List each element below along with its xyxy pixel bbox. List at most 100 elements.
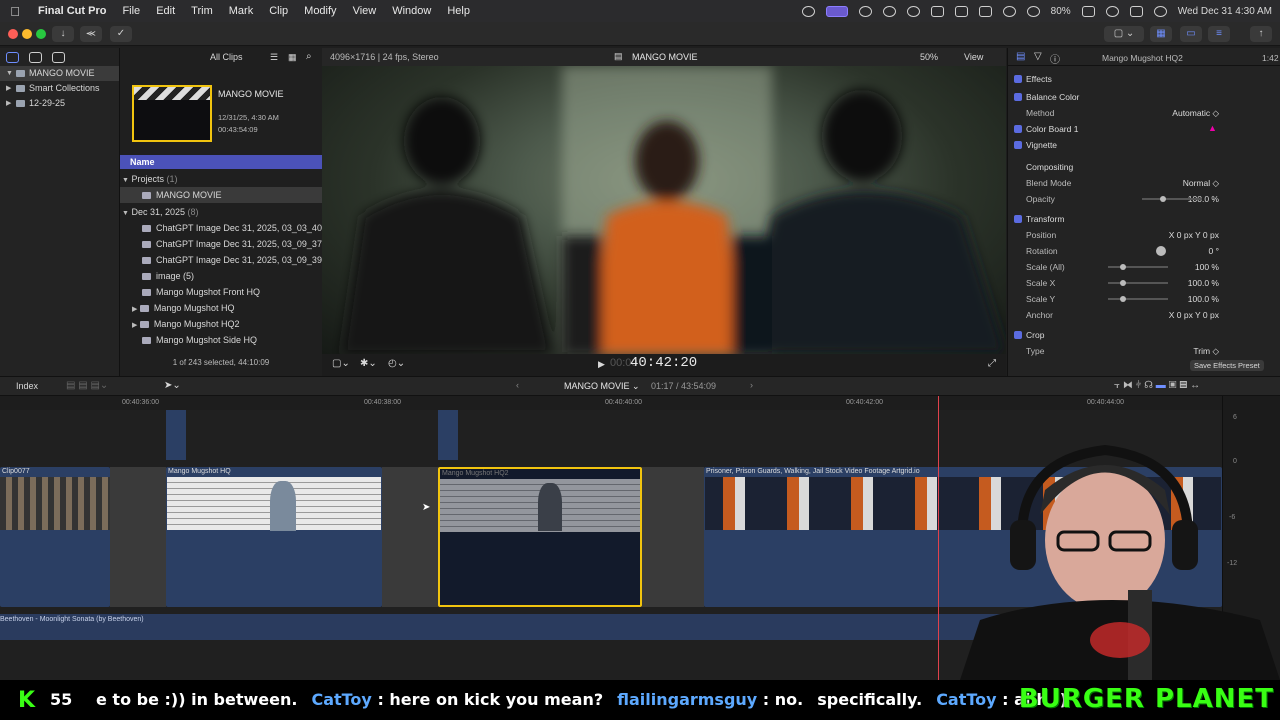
inspector-row[interactable]: Compositing (1008, 159, 1280, 175)
inspector-value[interactable]: Normal ◇ (1183, 175, 1219, 191)
list-item[interactable]: ChatGPT Image Dec 31, 2025, 03_09_37 (120, 236, 322, 252)
menu-view[interactable]: View (345, 5, 385, 17)
volume-icon[interactable] (930, 5, 944, 17)
playhead[interactable] (938, 396, 939, 680)
timeline-toggle-button[interactable]: ▭ (1180, 26, 1202, 42)
disclosure-open-icon[interactable]: ▼ (122, 210, 129, 217)
battery-icon[interactable] (1081, 5, 1095, 17)
zoom-window-button[interactable] (36, 29, 46, 39)
inspector-row[interactable]: Color Board 1 (1008, 121, 1280, 137)
inspector-row[interactable]: Method Automatic ◇ (1008, 105, 1280, 121)
menu-mark[interactable]: Mark (221, 5, 261, 17)
list-item[interactable]: ChatGPT Image Dec 31, 2025, 03_09_39 (120, 252, 322, 268)
record-icon[interactable] (882, 5, 896, 17)
inspector-row[interactable]: Vignette (1008, 137, 1280, 153)
transform-tool-icon[interactable]: ▢⌄ (332, 358, 350, 369)
save-effects-preset-button[interactable]: Save Effects Preset (1190, 360, 1264, 371)
inspector-value[interactable]: 100.0 % (1188, 275, 1219, 291)
list-item[interactable]: ▶ Mango Mugshot HQ2 (120, 316, 322, 332)
inspector-value[interactable]: Trim ◇ (1193, 343, 1219, 359)
wifi-icon[interactable] (1026, 5, 1040, 17)
list-item[interactable]: ChatGPT Image Dec 31, 2025, 03_03_40 (120, 220, 322, 236)
photos-icon[interactable] (29, 52, 42, 63)
inspector-row[interactable]: Balance Color (1008, 89, 1280, 105)
value-slider[interactable] (1142, 198, 1202, 200)
fullscreen-icon[interactable]: ⤢ (988, 358, 996, 369)
project-popup-icon[interactable]: ⌄ (632, 381, 640, 392)
inspector-value[interactable]: 0 ° (1209, 243, 1220, 259)
value-slider[interactable] (1108, 266, 1168, 268)
back-icon[interactable]: ‹ (516, 380, 519, 390)
menu-app-name[interactable]: Final Cut Pro (30, 5, 114, 17)
menu-help[interactable]: Help (439, 5, 478, 17)
connected-clip[interactable] (438, 410, 458, 460)
group-projects[interactable]: ▼ Projects (1) (120, 171, 322, 187)
disclosure-closed-icon[interactable]: ▶ (132, 306, 137, 313)
video-inspector-icon[interactable]: ▤ (1016, 51, 1025, 62)
disclosure-closed-icon[interactable]: ▶ (132, 322, 137, 329)
import-button[interactable]: ↓ (52, 26, 74, 42)
inspector-row[interactable]: Blend Mode Normal ◇ (1008, 175, 1280, 191)
cast-icon[interactable] (978, 5, 992, 17)
search-icon[interactable]: ⌕ (306, 51, 312, 62)
connected-clip[interactable] (166, 410, 186, 460)
slider-knob[interactable] (1120, 264, 1126, 270)
edit-buttons-icon[interactable]: ▤ ▤ ▤⌄ (66, 380, 108, 391)
color-inspector-icon[interactable]: ▽ (1034, 51, 1042, 62)
name-column-header[interactable]: Name (120, 155, 322, 169)
list-item[interactable]: ▶ Mango Mugshot HQ (120, 300, 322, 316)
index-button[interactable]: Index (16, 381, 38, 391)
sidebar-item-event[interactable]: ▶ 12-29-25 (0, 96, 119, 111)
list-view-icon[interactable]: ☰ (270, 52, 278, 63)
sidebar-item-mango-movie[interactable]: ▼ MANGO MOVIE (0, 66, 119, 81)
checkbox-icon[interactable] (1014, 125, 1022, 133)
menu-clip[interactable]: Clip (261, 5, 296, 17)
libraries-icon[interactable] (6, 52, 19, 63)
timeline-clip[interactable]: Mango Mugshot HQ (166, 467, 382, 607)
disclosure-open-icon[interactable]: ▼ (6, 66, 13, 81)
timeline-clip-selected[interactable]: Mango Mugshot HQ2 (438, 467, 642, 607)
list-item[interactable]: Mango Mugshot Front HQ (120, 284, 322, 300)
browser-toggle-button[interactable]: ▦ (1150, 26, 1172, 42)
screen-share-icon[interactable] (825, 5, 848, 17)
workspace-button[interactable]: ▢ ⌄ (1104, 26, 1144, 42)
timeline-clip[interactable]: Clip0077 (0, 467, 110, 607)
inspector-row[interactable]: Position X 0 px Y 0 px (1008, 227, 1280, 243)
siri-icon[interactable] (1153, 5, 1167, 17)
sidebar-item-smart-collections[interactable]: ▶ Smart Collections (0, 81, 119, 96)
list-item[interactable]: image (5) (120, 268, 322, 284)
timecode-display[interactable]: 40:42:20 (630, 355, 697, 371)
info-inspector-icon[interactable]: ⓘ (1050, 51, 1060, 66)
inspector-row[interactable]: Anchor X 0 px Y 0 px (1008, 307, 1280, 323)
inspector-value[interactable]: X 0 px Y 0 px (1169, 307, 1219, 323)
settings-icon[interactable]: ▦ (288, 52, 297, 63)
inspector-row[interactable]: Effects (1008, 71, 1280, 87)
checkbox-icon[interactable] (1014, 215, 1022, 223)
inspector-row[interactable]: Rotation 0 ° (1008, 243, 1280, 259)
apple-icon[interactable]:  (0, 4, 30, 19)
inspector-value[interactable]: Automatic ◇ (1172, 105, 1219, 121)
slider-knob[interactable] (1160, 196, 1166, 202)
share-button[interactable]: ↑ (1250, 26, 1272, 42)
clip-filter[interactable]: All Clips (210, 52, 243, 62)
checkbox-icon[interactable] (1014, 93, 1022, 101)
control-center-icon[interactable] (1129, 5, 1143, 17)
minimize-window-button[interactable] (22, 29, 32, 39)
viewer-canvas[interactable] (322, 66, 1006, 354)
disclosure-closed-icon[interactable]: ▶ (6, 96, 12, 111)
forward-icon[interactable]: › (750, 380, 753, 390)
play-icon[interactable] (906, 5, 920, 17)
color-board-icon[interactable]: ▲ (1208, 123, 1217, 133)
retime-tool-icon[interactable]: ◴⌄ (388, 358, 405, 369)
value-slider[interactable] (1108, 298, 1168, 300)
view-popup[interactable]: View (964, 52, 983, 62)
inspector-value[interactable]: X 0 px Y 0 px (1169, 227, 1219, 243)
menu-file[interactable]: File (114, 5, 148, 17)
disclosure-closed-icon[interactable]: ▶ (6, 81, 12, 96)
rotation-dial[interactable] (1156, 246, 1166, 256)
inspector-value[interactable]: 100 % (1195, 259, 1219, 275)
background-tasks-button[interactable]: ✓ (110, 26, 132, 42)
spotlight-icon[interactable] (1105, 5, 1119, 17)
zoom-popup[interactable]: 50% (920, 52, 938, 62)
inspector-row[interactable]: Crop (1008, 327, 1280, 343)
